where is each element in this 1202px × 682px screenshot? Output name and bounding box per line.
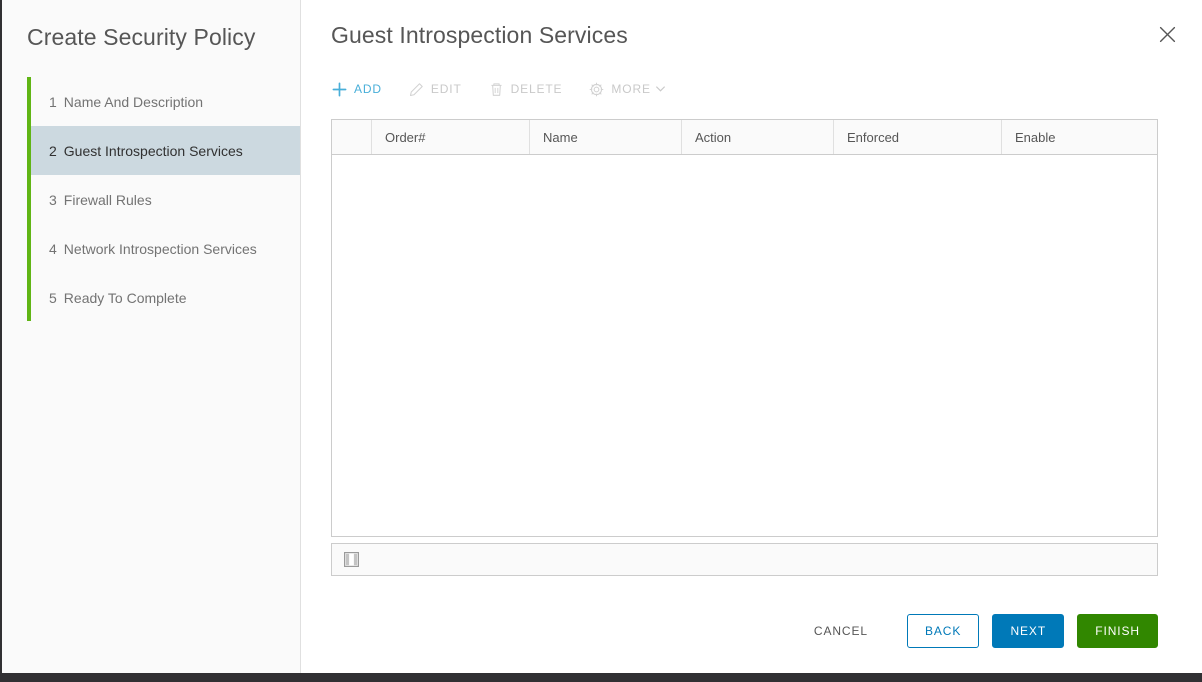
close-icon[interactable] — [1154, 21, 1180, 47]
page-title: Guest Introspection Services — [331, 22, 1202, 49]
datagrid-container: Order# Name Action Enforced Enable — [331, 119, 1158, 576]
sidebar-item-ready-to-complete[interactable]: 5 Ready To Complete — [31, 273, 300, 322]
datagrid: Order# Name Action Enforced Enable — [331, 119, 1158, 537]
step-label: Network Introspection Services — [64, 241, 257, 257]
datagrid-footer — [331, 543, 1158, 576]
step-label: Firewall Rules — [64, 192, 152, 208]
more-button-label: MORE — [611, 82, 650, 96]
create-security-policy-dialog: Create Security Policy 1 Name And Descri… — [0, 0, 1202, 682]
chevron-down-icon — [656, 86, 665, 92]
plus-icon — [331, 81, 348, 98]
delete-button-label: DELETE — [511, 82, 563, 96]
datagrid-header-row: Order# Name Action Enforced Enable — [332, 120, 1157, 155]
column-header-order[interactable]: Order# — [371, 120, 529, 154]
sidebar-item-name-and-description[interactable]: 1 Name And Description — [31, 77, 300, 126]
column-header-enforced[interactable]: Enforced — [833, 120, 1001, 154]
next-button[interactable]: NEXT — [992, 614, 1064, 648]
sidebar-item-firewall-rules[interactable]: 3 Firewall Rules — [31, 175, 300, 224]
wizard-title: Create Security Policy — [2, 0, 300, 50]
wizard-main-panel: Guest Introspection Services ADD — [301, 0, 1202, 673]
step-label: Name And Description — [64, 94, 203, 110]
edit-button-label: EDIT — [431, 82, 462, 96]
pencil-icon — [408, 81, 425, 98]
column-header-name[interactable]: Name — [529, 120, 681, 154]
wizard-step-list: 1 Name And Description 2 Guest Introspec… — [2, 77, 300, 322]
step-number: 5 — [49, 290, 57, 306]
wizard-sidebar: Create Security Policy 1 Name And Descri… — [2, 0, 301, 673]
finish-button[interactable]: FINISH — [1077, 614, 1158, 648]
datagrid-body — [332, 155, 1157, 536]
add-button[interactable]: ADD — [331, 81, 382, 98]
sidebar-item-guest-introspection-services[interactable]: 2 Guest Introspection Services — [31, 126, 300, 175]
gear-icon — [588, 81, 605, 98]
column-picker-icon[interactable] — [344, 552, 359, 567]
grid-toolbar: ADD EDIT DELETE — [301, 72, 1202, 106]
sidebar-item-network-introspection-services[interactable]: 4 Network Introspection Services — [31, 224, 300, 273]
more-button[interactable]: MORE — [588, 81, 664, 98]
cancel-button[interactable]: CANCEL — [797, 614, 885, 648]
add-button-label: ADD — [354, 82, 382, 96]
trash-icon — [488, 81, 505, 98]
column-header-enable[interactable]: Enable — [1001, 120, 1157, 154]
back-button[interactable]: BACK — [907, 614, 979, 648]
wizard-action-bar: CANCEL BACK NEXT FINISH — [797, 614, 1158, 648]
step-label: Guest Introspection Services — [64, 143, 243, 159]
step-number: 1 — [49, 94, 57, 110]
step-number: 2 — [49, 143, 57, 159]
step-label: Ready To Complete — [64, 290, 187, 306]
delete-button[interactable]: DELETE — [488, 81, 563, 98]
edit-button[interactable]: EDIT — [408, 81, 462, 98]
step-number: 3 — [49, 192, 57, 208]
step-number: 4 — [49, 241, 57, 257]
column-header-select[interactable] — [332, 120, 371, 154]
column-header-action[interactable]: Action — [681, 120, 833, 154]
panel-header: Guest Introspection Services — [301, 0, 1202, 72]
